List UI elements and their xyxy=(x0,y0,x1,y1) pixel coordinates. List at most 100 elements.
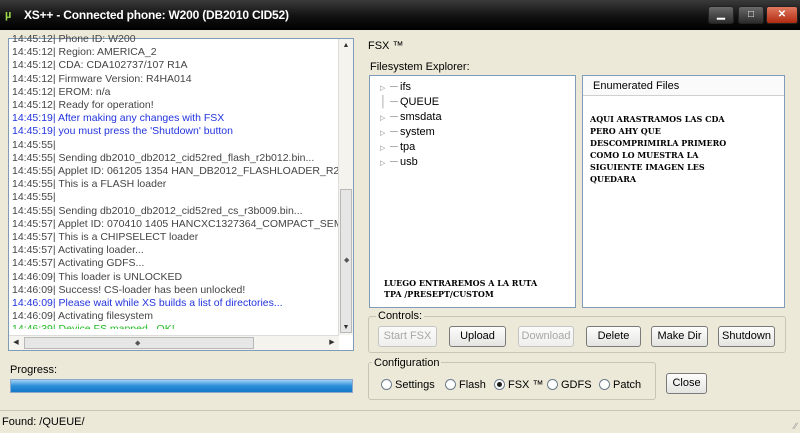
radio-dot xyxy=(494,379,505,390)
scroll-right-icon[interactable]: ▶ xyxy=(325,336,339,350)
filesystem-explorer-label: Filesystem Explorer: xyxy=(370,61,470,73)
radio-label: Settings xyxy=(395,379,435,391)
tree-line-icon: ─ xyxy=(390,81,398,93)
log-line: 14:45:57| Activating GDFS... xyxy=(12,257,145,270)
expand-icon[interactable]: ▷ xyxy=(380,82,390,96)
log-line: 14:45:57| This is a CHIPSELECT loader xyxy=(12,231,199,244)
tree-item-label: smsdata xyxy=(400,111,442,123)
tree-item-label: tpa xyxy=(400,141,416,153)
scroll-left-icon[interactable]: ◀ xyxy=(9,336,23,350)
shutdown-button[interactable]: Shutdown xyxy=(718,326,775,347)
download-button[interactable]: Download xyxy=(518,326,574,347)
expand-icon[interactable]: ▷ xyxy=(380,127,390,141)
start-fsx-button[interactable]: Start FSX xyxy=(378,326,437,347)
window-title: XS++ - Connected phone: W200 (DB2010 CID… xyxy=(24,8,289,22)
expand-icon[interactable]: ▷ xyxy=(380,112,390,126)
tree-line-icon: ─ xyxy=(390,156,398,168)
grip-icon: ◆ xyxy=(344,257,350,264)
log-line: 14:45:55| xyxy=(12,138,56,151)
tree-line-icon: ─ xyxy=(390,96,398,108)
log-line: 14:46:09| Activating filesystem xyxy=(12,310,154,323)
maximize-icon: □ xyxy=(747,9,755,20)
scroll-thumb-horizontal[interactable]: ◆ xyxy=(24,337,254,349)
log-panel[interactable]: 14:45:12| Phone ID: W200 14:45:12| Region… xyxy=(8,33,354,351)
radio-gdfs[interactable]: GDFS xyxy=(547,378,592,392)
log-line: 14:45:55| This is a FLASH loader xyxy=(12,178,167,191)
maximize-button[interactable]: □ xyxy=(738,6,764,24)
enumerated-annotation-line: QUEDARA xyxy=(590,174,637,184)
tree-item-smsdata[interactable]: ▷ ─ smsdata xyxy=(380,110,442,124)
tree-item-label: system xyxy=(400,126,435,138)
log-line: 14:45:12| Firmware Version: R4HA014 xyxy=(12,72,192,85)
log-line: 14:46:09| Please wait while XS builds a … xyxy=(12,297,283,310)
scroll-down-icon[interactable]: ▼ xyxy=(339,321,353,335)
status-bar: Found: /QUEUE/ ∕∕ xyxy=(0,410,800,433)
enumerated-files-list[interactable]: Enumerated Files AQUI ARASTRAMOS LAS CDA… xyxy=(582,75,785,308)
enumerated-annotation-line: AQUI ARASTRAMOS LAS CDA xyxy=(590,114,725,124)
log-line: 14:45:12| Phone ID: W200 xyxy=(12,33,136,45)
radio-dot xyxy=(381,379,392,390)
close-window-button[interactable]: ✕ xyxy=(766,6,798,24)
log-line: 14:45:55| Applet ID: 061205 1354 HAN_DB2… xyxy=(12,165,340,178)
expand-icon[interactable]: ▷ xyxy=(380,142,390,156)
scroll-up-icon[interactable]: ▲ xyxy=(339,39,353,53)
enumerated-files-header[interactable]: Enumerated Files xyxy=(583,76,784,96)
delete-button[interactable]: Delete xyxy=(586,326,641,347)
log-line: 14:46:09| This loader is UNLOCKED xyxy=(12,270,183,283)
log-horizontal-scrollbar[interactable]: ◀ ◆ ▶ xyxy=(9,335,339,350)
tree-item-tpa[interactable]: ▷ ─ tpa xyxy=(380,140,415,154)
tree-line-icon: ─ xyxy=(390,111,398,123)
tree-item-label: usb xyxy=(400,156,418,168)
grip-icon: ◆ xyxy=(135,340,141,347)
close-button[interactable]: Close xyxy=(666,373,707,394)
tree-line-icon: ─ xyxy=(390,126,398,138)
log-line: 14:46:39| Device FS mapped...OK! xyxy=(12,323,340,329)
tree-item-queue[interactable]: │ ─ QUEUE xyxy=(380,95,439,109)
upload-button[interactable]: Upload xyxy=(449,326,506,347)
tree-item-usb[interactable]: ▷ ─ usb xyxy=(380,155,418,169)
resize-grip-icon[interactable]: ∕∕ xyxy=(794,421,797,431)
log-line: 14:45:55| Sending db2010_db2012_cid52red… xyxy=(12,151,315,164)
log-line: 14:45:12| Ready for operation! xyxy=(12,99,154,112)
log-line: 14:45:55| xyxy=(12,191,56,204)
enumerated-annotation: AQUI ARASTRAMOS LAS CDA PERO AHY QUE DES… xyxy=(590,113,726,185)
tree-item-label: ifs xyxy=(400,81,411,93)
radio-label: Patch xyxy=(613,379,642,391)
radio-flash[interactable]: Flash xyxy=(445,378,486,392)
tree-item-label: QUEUE xyxy=(400,96,440,108)
scroll-thumb[interactable]: ◆ xyxy=(340,189,352,333)
log-line: 14:45:12| EROM: n/a xyxy=(12,85,111,98)
radio-dot xyxy=(547,379,558,390)
log-line: 14:45:12| CDA: CDA102737/107 R1A xyxy=(12,59,188,72)
log-line: 14:46:09| Success! CS-loader has been un… xyxy=(12,283,246,296)
radio-patch[interactable]: Patch xyxy=(599,378,641,392)
radio-label: FSX ™ xyxy=(508,379,544,391)
log-line: 14:45:12| Region: AMERICA_2 xyxy=(12,46,157,59)
make-dir-button[interactable]: Make Dir xyxy=(651,326,708,347)
tree-annotation-line: TPA /PRESEPT/CUSTOM xyxy=(384,289,494,299)
tree-item-system[interactable]: ▷ ─ system xyxy=(380,125,435,139)
log-line: 14:45:57| Activating loader... xyxy=(12,244,144,257)
enumerated-annotation-line: COMO LO MUESTRA LA xyxy=(590,150,699,160)
controls-group-title: Controls: xyxy=(376,310,425,322)
enumerated-annotation-line: SIGUIENTE IMAGEN LES xyxy=(590,162,705,172)
tree-item-ifs[interactable]: ▷ ─ ifs xyxy=(380,80,411,94)
radio-fsx[interactable]: FSX ™ xyxy=(494,378,543,392)
radio-settings[interactable]: Settings xyxy=(381,378,435,392)
app-icon: µ xyxy=(5,9,12,21)
close-icon: ✕ xyxy=(777,9,787,20)
expand-icon[interactable]: ▷ xyxy=(380,157,390,171)
enumerated-annotation-line: DESCOMPRIMIRLA PRIMERO xyxy=(590,138,727,148)
tree-annotation-line: LUEGO ENTRAREMOS A LA RUTA xyxy=(384,278,538,288)
tree-annotation: LUEGO ENTRAREMOS A LA RUTA TPA /PRESEPT/… xyxy=(384,278,537,300)
log-line: 14:45:57| Applet ID: 070410 1405 HANCXC1… xyxy=(12,217,340,230)
progress-fill xyxy=(11,380,352,392)
filesystem-tree[interactable]: ▷ ─ ifs │ ─ QUEUE ▷ ─ smsdata ▷ ─ system ▷ ─ tpa ▷ ─ usb … xyxy=(369,75,576,308)
log-lines: 14:45:12| Phone ID: W200 14:45:12| Region… xyxy=(12,33,340,329)
tree-line-icon: ─ xyxy=(390,141,398,153)
fsx-group-title: FSX ™ xyxy=(366,40,406,52)
radio-label: Flash xyxy=(459,379,486,391)
minimize-button[interactable]: ▁ xyxy=(708,6,734,24)
log-vertical-scrollbar[interactable]: ▲ ◆ ▼ xyxy=(338,39,353,335)
title-bar[interactable]: µ XS++ - Connected phone: W200 (DB2010 C… xyxy=(0,0,800,30)
